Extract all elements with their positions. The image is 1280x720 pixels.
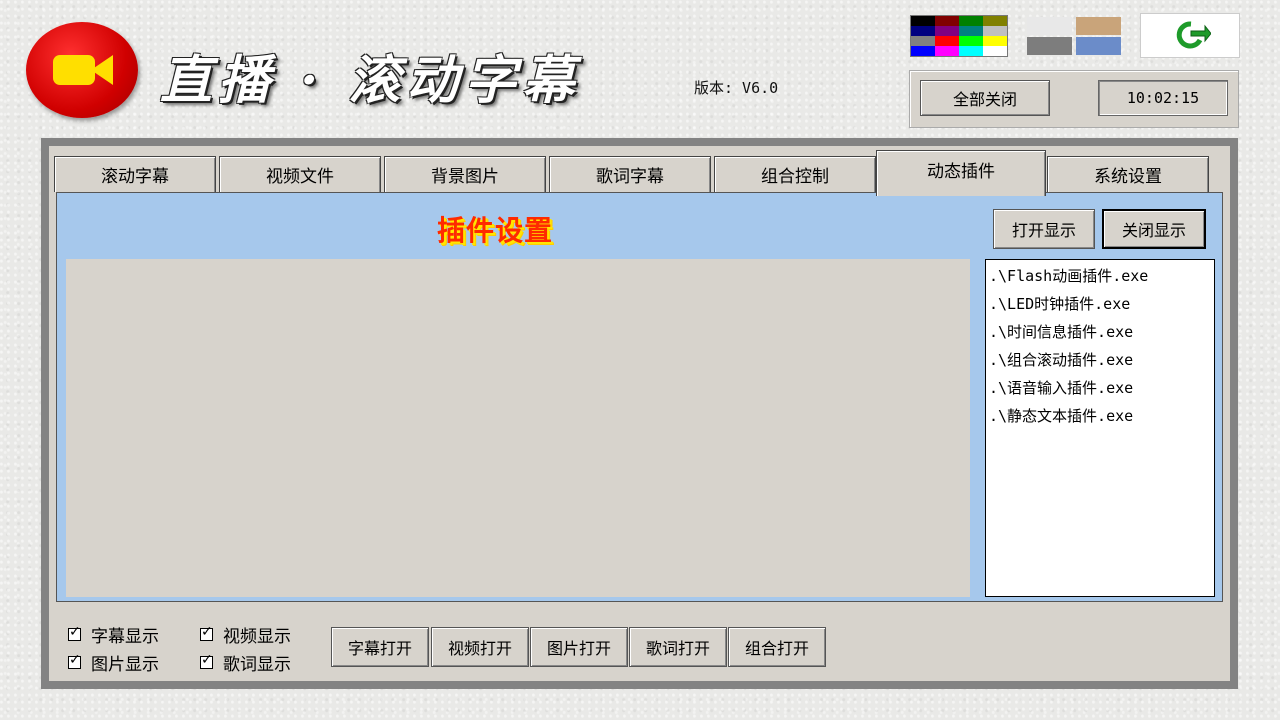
list-item[interactable]: .\静态文本插件.exe — [986, 402, 1214, 430]
tab-lyrics-subtitles[interactable]: 歌词字幕 — [549, 156, 711, 192]
list-item[interactable]: .\LED时钟插件.exe — [986, 290, 1214, 318]
open-lyrics-button[interactable]: 歌词打开 — [629, 627, 727, 667]
image-display-checkbox[interactable]: 图片显示 — [68, 650, 159, 675]
tab-dynamic-plugins[interactable]: 动态插件 — [876, 150, 1046, 196]
texture-swatch-blue[interactable] — [1076, 37, 1121, 55]
open-subtitles-button[interactable]: 字幕打开 — [331, 627, 429, 667]
texture-swatch-sand[interactable] — [1076, 17, 1121, 35]
app-title: 直播 · 滚动字幕 — [160, 50, 581, 111]
plugin-settings-panel: 插件设置 打开显示 关闭显示 .\Flash动画插件.exe .\LED时钟插件… — [56, 192, 1223, 602]
color-swatch[interactable] — [959, 26, 983, 36]
color-swatch[interactable] — [911, 16, 935, 26]
video-display-checkbox[interactable]: 视频显示 — [200, 622, 291, 647]
close-all-button[interactable]: 全部关闭 — [920, 80, 1050, 116]
color-swatch[interactable] — [935, 36, 959, 46]
checkbox-label: 字幕显示 — [91, 627, 159, 647]
list-item[interactable]: .\语音输入插件.exe — [986, 374, 1214, 402]
plugin-preview-area — [66, 259, 970, 597]
color-swatch[interactable] — [911, 46, 935, 56]
color-swatch[interactable] — [911, 26, 935, 36]
color-swatch[interactable] — [983, 16, 1007, 26]
color-swatch[interactable] — [935, 26, 959, 36]
lyrics-display-checkbox[interactable]: 歌词显示 — [200, 650, 291, 675]
tab-background-images[interactable]: 背景图片 — [384, 156, 546, 192]
version-label: 版本: V6.0 — [694, 79, 779, 97]
list-item[interactable]: .\Flash动画插件.exe — [986, 262, 1214, 290]
exit-button[interactable] — [1140, 13, 1240, 58]
video-camera-lens — [91, 55, 113, 85]
color-swatch[interactable] — [959, 36, 983, 46]
checkbox-checked-icon[interactable] — [68, 652, 81, 669]
tab-bar: 滚动字幕 视频文件 背景图片 歌词字幕 组合控制 动态插件 系统设置 — [54, 150, 1214, 196]
subtitle-display-checkbox[interactable]: 字幕显示 — [68, 622, 159, 647]
tab-scrolling-subtitles[interactable]: 滚动字幕 — [54, 156, 216, 192]
open-video-button[interactable]: 视频打开 — [431, 627, 529, 667]
checkbox-label: 图片显示 — [91, 655, 159, 675]
checkbox-checked-icon[interactable] — [68, 624, 81, 641]
color-swatch[interactable] — [983, 26, 1007, 36]
texture-swatch-white[interactable] — [1027, 17, 1072, 35]
color-swatch[interactable] — [935, 16, 959, 26]
top-control-box: 全部关闭 10:02:15 — [909, 70, 1239, 128]
clock-display: 10:02:15 — [1098, 80, 1228, 116]
list-item[interactable]: .\组合滚动插件.exe — [986, 346, 1214, 374]
color-swatch[interactable] — [983, 36, 1007, 46]
app-logo — [26, 22, 138, 118]
tab-system-settings[interactable]: 系统设置 — [1047, 156, 1209, 192]
texture-swatch-gray[interactable] — [1027, 37, 1072, 55]
texture-picker[interactable] — [1027, 17, 1121, 55]
color-swatch[interactable] — [959, 46, 983, 56]
tab-combined-control[interactable]: 组合控制 — [714, 156, 876, 192]
tab-video-files[interactable]: 视频文件 — [219, 156, 381, 192]
checkbox-label: 视频显示 — [223, 627, 291, 647]
open-combined-button[interactable]: 组合打开 — [728, 627, 826, 667]
plugin-settings-title: 插件设置 — [437, 214, 554, 247]
color-swatch[interactable] — [959, 16, 983, 26]
checkbox-checked-icon[interactable] — [200, 652, 213, 669]
video-camera-icon — [53, 55, 95, 85]
plugin-list[interactable]: .\Flash动画插件.exe .\LED时钟插件.exe .\时间信息插件.e… — [985, 259, 1215, 597]
close-display-button[interactable]: 关闭显示 — [1102, 209, 1206, 249]
open-images-button[interactable]: 图片打开 — [530, 627, 628, 667]
color-palette[interactable] — [910, 15, 1008, 57]
main-panel-inner: 滚动字幕 视频文件 背景图片 歌词字幕 组合控制 动态插件 系统设置 插件设置 … — [49, 146, 1230, 681]
checkbox-label: 歌词显示 — [223, 655, 291, 675]
open-display-button[interactable]: 打开显示 — [993, 209, 1095, 249]
list-item[interactable]: .\时间信息插件.exe — [986, 318, 1214, 346]
refresh-exit-icon — [1176, 21, 1211, 49]
main-panel: 滚动字幕 视频文件 背景图片 歌词字幕 组合控制 动态插件 系统设置 插件设置 … — [41, 138, 1238, 689]
color-swatch[interactable] — [911, 36, 935, 46]
color-swatch[interactable] — [983, 46, 1007, 56]
checkbox-checked-icon[interactable] — [200, 624, 213, 641]
color-swatch[interactable] — [935, 46, 959, 56]
